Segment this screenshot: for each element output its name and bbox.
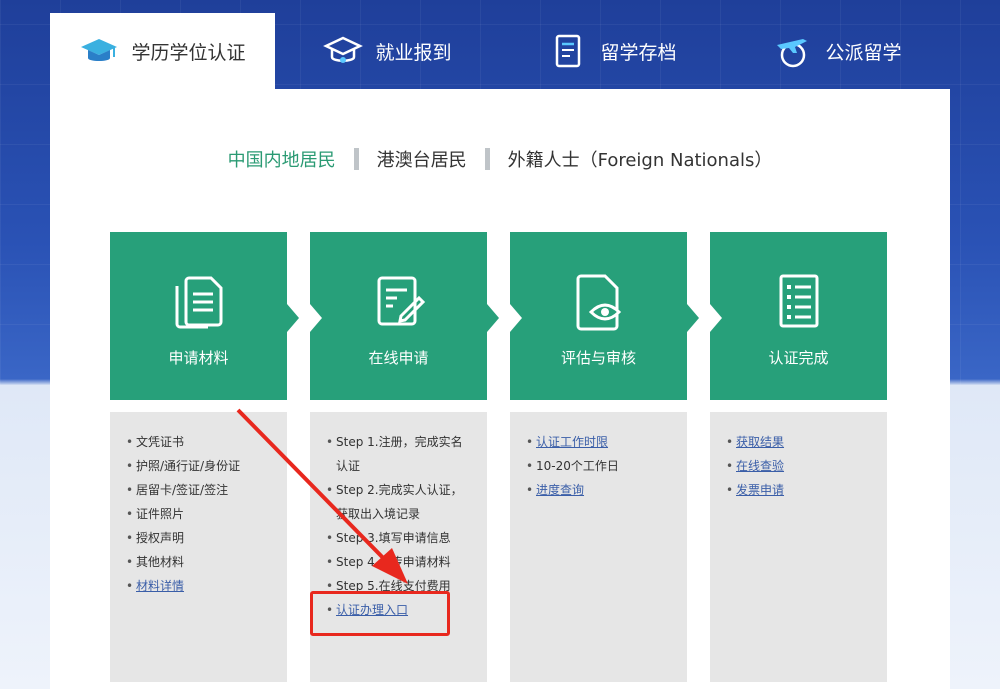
region-mainland[interactable]: 中国内地居民: [228, 146, 336, 172]
invoice-request-link[interactable]: 发票申请: [736, 483, 784, 497]
list-item: 文凭证书: [126, 430, 269, 454]
list-item: Step 1.注册，完成实名: [326, 430, 469, 454]
list-item: 发票申请: [726, 478, 869, 502]
complete-list: 获取结果 在线查验 发票申请: [710, 412, 887, 682]
materials-details-link[interactable]: 材料详情: [136, 579, 184, 593]
step-label: 申请材料: [168, 349, 229, 367]
graduation-cap-outline-icon: [323, 36, 364, 63]
highlight-box: [310, 591, 450, 636]
documents-icon: [175, 276, 222, 329]
list-item: Step 2.完成实人认证，: [326, 478, 469, 502]
step-card-materials: 申请材料: [110, 232, 299, 400]
list-item: 10-20个工作日: [526, 454, 669, 478]
progress-query-link[interactable]: 进度查询: [536, 483, 584, 497]
list-item: 认证工作时限: [526, 430, 669, 454]
step-label: 在线申请: [368, 349, 429, 367]
list-item-continued: 获取出入境记录: [336, 507, 421, 521]
online-verify-link[interactable]: 在线查验: [736, 459, 784, 473]
step-label: 认证完成: [768, 349, 829, 367]
divider: [484, 148, 490, 170]
main-panel: 中国内地居民 港澳台居民 外籍人士（Foreign Nationals） 申请材…: [50, 89, 950, 689]
step-card-complete: 认证完成: [710, 232, 887, 400]
step-arrow: [287, 304, 299, 332]
list-item: 授权声明: [126, 526, 269, 550]
get-result-link[interactable]: 获取结果: [736, 435, 784, 449]
online-application-list: Step 1.注册，完成实名 认证 Step 2.完成实人认证， 获取出入境记录…: [310, 412, 487, 682]
tab-government-sponsored[interactable]: 公派留学: [725, 13, 950, 89]
tab-label: 就业报到: [375, 41, 452, 64]
divider: [353, 148, 359, 170]
list-item: 证件照片: [126, 502, 269, 526]
step-arrow: [687, 304, 699, 332]
list-item: 居留卡/签证/签注: [126, 478, 269, 502]
tab-employment-report[interactable]: 就业报到: [275, 13, 500, 89]
processing-time-link[interactable]: 认证工作时限: [536, 435, 608, 449]
step-label: 评估与审核: [560, 349, 636, 367]
airplane-globe-icon: [777, 39, 808, 68]
list-item: 材料详情: [126, 574, 269, 598]
list-item-continued: 认证: [336, 459, 361, 473]
tab-label: 学历学位认证: [131, 41, 246, 64]
list-item: 护照/通行证/身份证: [126, 454, 269, 478]
step-notch: [710, 304, 722, 332]
region-selector: 中国内地居民 港澳台居民 外籍人士（Foreign Nationals）: [50, 146, 950, 172]
step-card-online-application: 在线申请: [310, 232, 499, 400]
materials-list: 文凭证书 护照/通行证/身份证 居留卡/签证/签注 证件照片 授权声明 其他材料…: [110, 412, 287, 682]
list-item: 其他材料: [126, 550, 269, 574]
step-notch: [310, 304, 322, 332]
graduation-cap-icon: [81, 39, 118, 61]
review-list: 认证工作时限 10-20个工作日 进度查询: [510, 412, 687, 682]
document-archive-icon: [556, 34, 581, 68]
document-eye-icon: [576, 274, 621, 331]
step-arrow: [487, 304, 499, 332]
list-item: Step 4.上传申请材料: [326, 550, 469, 574]
region-hk-macao-taiwan[interactable]: 港澳台居民: [377, 146, 467, 172]
form-edit-icon: [377, 276, 425, 326]
step-card-review: 评估与审核: [510, 232, 699, 400]
service-tabs: 学历学位认证 就业报到 留学存档 公派留学: [50, 13, 950, 89]
checklist-icon: [779, 274, 818, 328]
list-item: 进度查询: [526, 478, 669, 502]
tab-degree-certification[interactable]: 学历学位认证: [50, 13, 275, 89]
list-item: 在线查验: [726, 454, 869, 478]
tab-study-abroad-archive[interactable]: 留学存档: [500, 13, 725, 89]
step-notch: [510, 304, 522, 332]
list-item: 获取结果: [726, 430, 869, 454]
tab-label: 留学存档: [600, 41, 677, 64]
list-item: Step 3.填写申请信息: [326, 526, 469, 550]
region-foreign-nationals[interactable]: 外籍人士（Foreign Nationals）: [508, 146, 773, 172]
tab-label: 公派留学: [825, 41, 902, 64]
